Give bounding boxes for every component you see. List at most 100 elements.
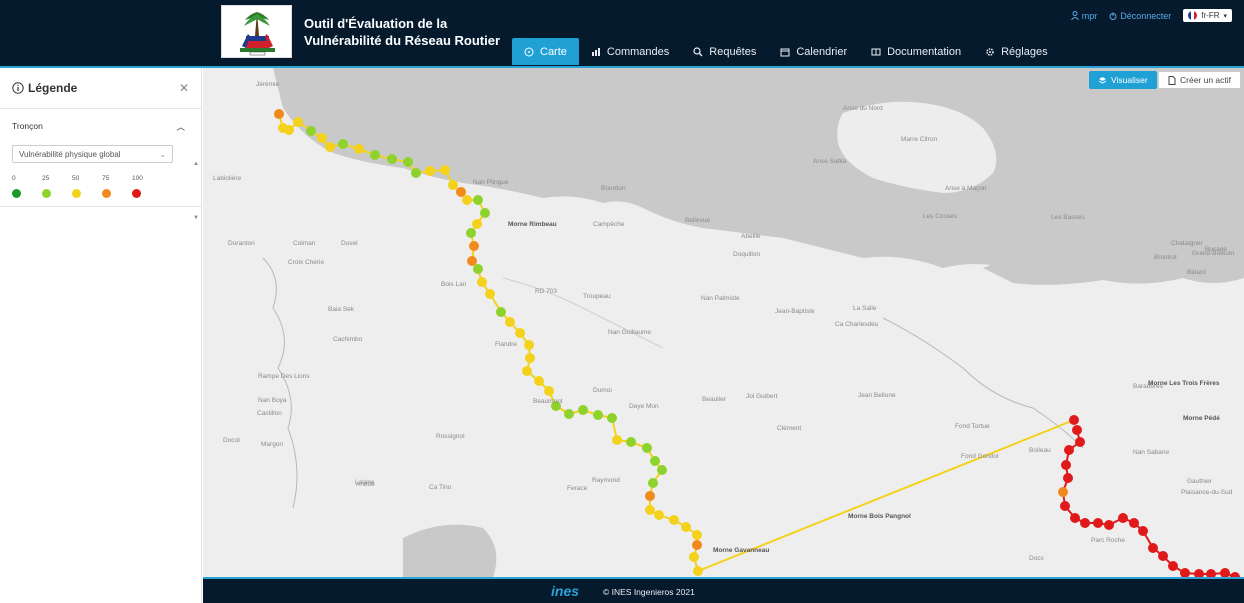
road-segment-dot[interactable] [607, 413, 617, 423]
road-segment-dot[interactable] [456, 187, 466, 197]
road-segment-dot[interactable] [317, 133, 327, 143]
road-segment-dot[interactable] [274, 109, 284, 119]
road-segment-dot[interactable] [534, 376, 544, 386]
road-segment-dot[interactable] [1220, 568, 1230, 577]
road-segment-dot[interactable] [472, 219, 482, 229]
road-segment-dot[interactable] [626, 437, 636, 447]
road-segment-dot[interactable] [1061, 460, 1071, 470]
layer-select[interactable]: Vulnérabilité physique global ⌄ [12, 145, 173, 163]
road-segment-dot[interactable] [1058, 487, 1068, 497]
road-segment-dot[interactable] [564, 409, 574, 419]
road-segment-dot[interactable] [467, 256, 477, 266]
road-segment-dot[interactable] [522, 366, 532, 376]
road-segment-dot[interactable] [1063, 473, 1073, 483]
tab-carte[interactable]: Carte [512, 38, 579, 65]
road-segment-dot[interactable] [425, 166, 435, 176]
road-segment-dot[interactable] [1064, 445, 1074, 455]
road-segment-dot[interactable] [496, 307, 506, 317]
file-icon [1168, 75, 1176, 85]
road-segment-dot[interactable] [642, 443, 652, 453]
road-segment-dot[interactable] [1075, 437, 1085, 447]
road-segment-dot[interactable] [612, 435, 622, 445]
road-segment-dot[interactable] [1069, 415, 1079, 425]
road-segment-dot[interactable] [692, 530, 702, 540]
map-label: Anette [356, 481, 375, 488]
road-segment-dot[interactable] [1180, 568, 1190, 577]
road-segment-dot[interactable] [1070, 513, 1080, 523]
road-segment-dot[interactable] [1158, 551, 1168, 561]
road-segment-dot[interactable] [480, 208, 490, 218]
road-segment-dot[interactable] [284, 125, 294, 135]
road-segment-dot[interactable] [689, 552, 699, 562]
road-segment-dot[interactable] [650, 456, 660, 466]
road-segment-dot[interactable] [1072, 425, 1082, 435]
section-header[interactable]: Tronçon ︿ [12, 121, 189, 133]
road-segment-dot[interactable] [1206, 569, 1216, 577]
map-view[interactable]: Jérémie Anse du Nord Marre Citron Anse Sabl… [203, 68, 1244, 577]
create-asset-button[interactable]: Créer un actif [1158, 71, 1242, 89]
tab-calendrier[interactable]: Calendrier [768, 38, 859, 65]
road-segment-dot[interactable] [681, 522, 691, 532]
chevron-up-icon[interactable]: ︿ [176, 121, 185, 133]
road-segment-dot[interactable] [1194, 569, 1204, 577]
road-segment-dot[interactable] [466, 228, 476, 238]
close-icon[interactable]: ✕ [179, 81, 189, 95]
road-segment-dot[interactable] [1168, 561, 1178, 571]
road-segment-dot[interactable] [669, 515, 679, 525]
logout-link[interactable]: Déconnecter [1109, 11, 1171, 21]
road-segment-dot[interactable] [544, 386, 554, 396]
road-segment-dot[interactable] [473, 195, 483, 205]
language-select[interactable]: fr-FR ▾ [1183, 9, 1232, 22]
road-segment-dot[interactable] [354, 144, 364, 154]
tab-reglages[interactable]: Réglages [973, 38, 1059, 65]
road-segment-dot[interactable] [387, 154, 397, 164]
map-label: Deye Mon [629, 403, 659, 410]
map-label: Dumoi [593, 387, 612, 394]
user-area: mpr Déconnecter fr-FR ▾ [1070, 9, 1232, 22]
tab-requetes[interactable]: Requêtes [681, 38, 768, 65]
road-segment-dot[interactable] [306, 126, 316, 136]
road-segment-dot[interactable] [469, 241, 479, 251]
road-segment-dot[interactable] [411, 168, 421, 178]
road-segment-dot[interactable] [692, 540, 702, 550]
road-segment-dot[interactable] [1148, 543, 1158, 553]
road-segment-dot[interactable] [477, 277, 487, 287]
road-segment-dot[interactable] [524, 340, 534, 350]
map-label: Beaumont [533, 398, 563, 405]
road-segment-dot[interactable] [593, 410, 603, 420]
road-segment-dot[interactable] [648, 478, 658, 488]
road-segment-dot[interactable] [1129, 518, 1139, 528]
road-segment-dot[interactable] [1093, 518, 1103, 528]
road-segment-dot[interactable] [657, 465, 667, 475]
road-segment-dot[interactable] [325, 142, 335, 152]
road-segment-dot[interactable] [440, 165, 450, 175]
road-segment-dot[interactable] [338, 139, 348, 149]
road-segment-dot[interactable] [1060, 501, 1070, 511]
road-segment-dot[interactable] [403, 157, 413, 167]
map-canvas[interactable]: Jérémie Anse du Nord Marre Citron Anse Sabl… [203, 68, 1244, 577]
tab-commandes[interactable]: Commandes [579, 38, 681, 65]
user-link[interactable]: mpr [1070, 11, 1097, 21]
legend-scrollbar[interactable]: ▲ ▼ [193, 161, 199, 261]
road-segment-dot[interactable] [645, 491, 655, 501]
road-segment-dot[interactable] [578, 405, 588, 415]
road-segment-dot[interactable] [645, 505, 655, 515]
road-segment-dot[interactable] [485, 289, 495, 299]
road-segment-dot[interactable] [473, 264, 483, 274]
road-segment-dot[interactable] [1138, 526, 1148, 536]
road-segment-dot[interactable] [525, 353, 535, 363]
road-segment-dot[interactable] [1118, 513, 1128, 523]
road-segment-dot[interactable] [1080, 518, 1090, 528]
road-segment-dot[interactable] [654, 510, 664, 520]
road-segment-dot[interactable] [693, 566, 703, 576]
road-segment-dot[interactable] [505, 317, 515, 327]
road-segment-dot[interactable] [370, 150, 380, 160]
road-segment-dot[interactable] [448, 180, 458, 190]
road-segment-dot[interactable] [515, 328, 525, 338]
road-segment-dot[interactable] [462, 195, 472, 205]
road-segment-dot[interactable] [1104, 520, 1114, 530]
calendar-icon [780, 48, 790, 56]
tab-documentation[interactable]: Documentation [859, 38, 973, 65]
visualise-button[interactable]: Visualiser [1089, 71, 1157, 89]
road-segment-dot[interactable] [293, 117, 303, 127]
